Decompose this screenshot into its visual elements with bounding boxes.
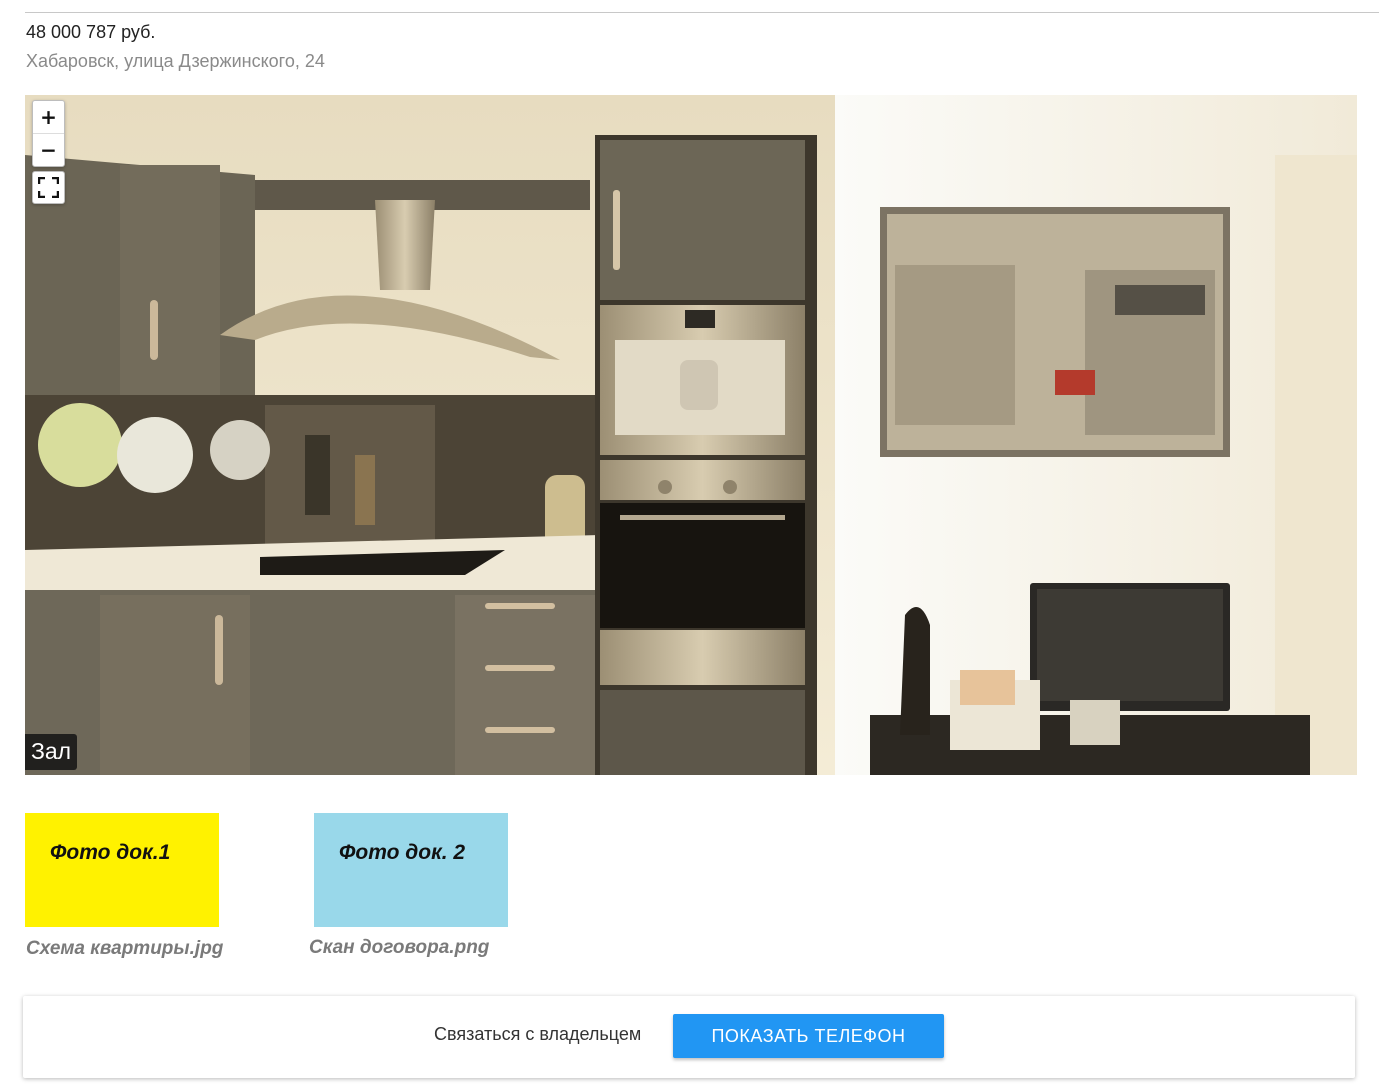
document-caption[interactable]: Скан договора.png (309, 937, 489, 959)
listing-price: 48 000 787 руб. (26, 22, 156, 42)
room-label: Зал (25, 734, 78, 770)
panorama-viewer[interactable]: + − Зал (25, 95, 1357, 775)
contact-owner-text: Связаться с владельцем (434, 1024, 642, 1044)
show-phone-button[interactable]: ПОКАЗАТЬ ТЕЛЕФОН (673, 1014, 944, 1058)
contact-bar: Связаться с владельцем ПОКАЗАТЬ ТЕЛЕФОН (23, 996, 1355, 1078)
listing-address: Хабаровск, улица Дзержинского, 24 (26, 51, 325, 71)
zoom-controls: + − (32, 100, 65, 167)
top-divider (25, 12, 1379, 13)
fullscreen-icon (38, 177, 59, 198)
document-thumbnail-2[interactable]: Фото док. 2 (314, 813, 508, 927)
zoom-out-button[interactable]: − (33, 133, 64, 166)
room-photo (25, 95, 1357, 775)
fullscreen-button[interactable] (32, 171, 65, 204)
document-caption[interactable]: Схема квартиры.jpg (26, 938, 223, 960)
zoom-in-button[interactable]: + (33, 101, 64, 133)
document-thumbnail-text: Фото док.1 (50, 841, 171, 864)
document-thumbnail-1[interactable]: Фото док.1 (25, 813, 219, 927)
document-thumbnail-text: Фото док. 2 (339, 841, 466, 864)
